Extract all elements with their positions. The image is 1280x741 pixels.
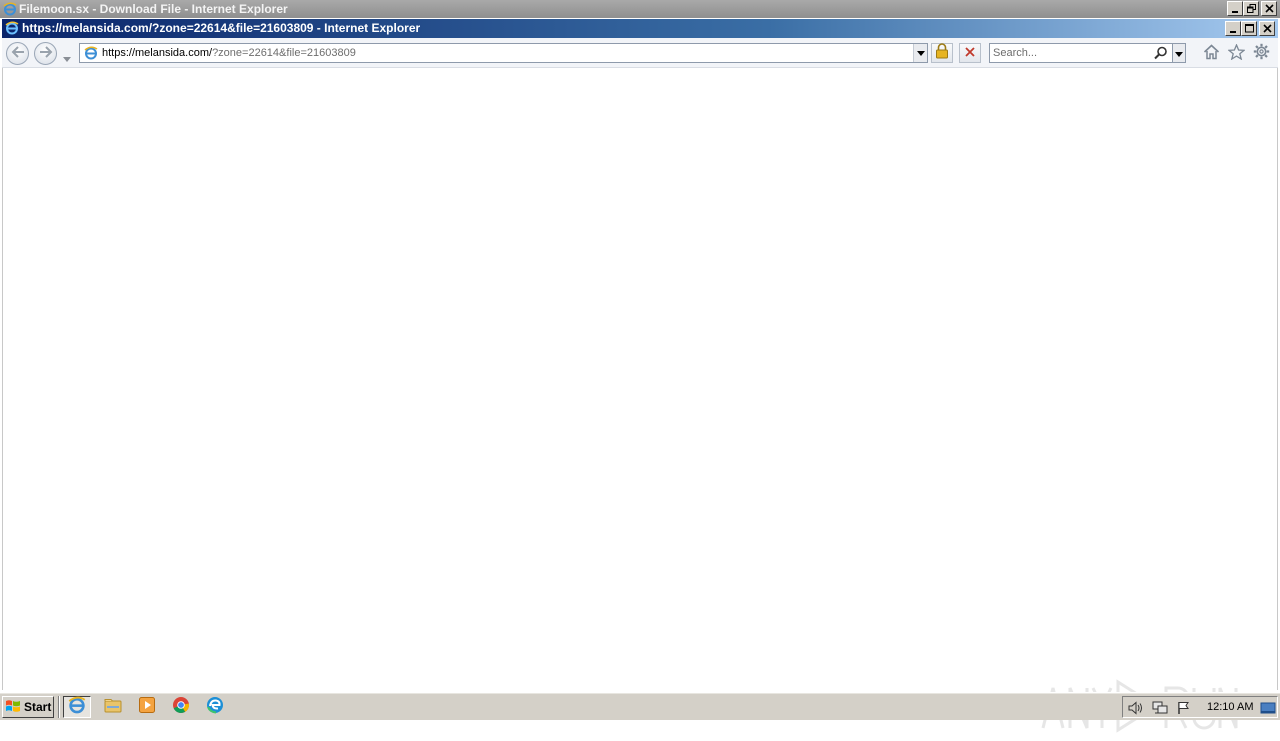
favorites-star-icon xyxy=(1226,42,1246,65)
lock-icon xyxy=(935,42,949,64)
forward-icon xyxy=(39,45,53,63)
address-url-query: ?zone=22614&file=21603809 xyxy=(212,47,356,59)
inner-maximize-button[interactable] xyxy=(1241,21,1257,36)
taskbar: Start 12:10 AM xyxy=(0,692,1280,720)
outer-window-titlebar[interactable]: Filemoon.sx - Download File - Internet E… xyxy=(0,0,1280,18)
home-button[interactable] xyxy=(1202,43,1220,65)
edge-icon xyxy=(206,696,224,719)
outer-minimize-button[interactable] xyxy=(1227,1,1243,16)
search-dropdown[interactable] xyxy=(1172,43,1186,63)
forward-button[interactable] xyxy=(34,42,57,65)
network-icon[interactable] xyxy=(1151,699,1169,717)
ie-page-icon xyxy=(84,46,98,65)
history-dropdown-icon[interactable] xyxy=(63,49,71,67)
address-dropdown-icon[interactable] xyxy=(913,44,927,62)
volume-icon[interactable] xyxy=(1127,699,1145,717)
favorites-button[interactable] xyxy=(1226,42,1246,65)
back-button[interactable] xyxy=(6,42,29,65)
outer-close-button[interactable] xyxy=(1261,1,1277,16)
address-url-host: https://melansida.com/ xyxy=(102,47,213,59)
ie-icon xyxy=(68,696,86,719)
action-center-flag-icon[interactable] xyxy=(1175,699,1193,717)
start-button[interactable]: Start xyxy=(2,696,54,718)
taskbar-separator xyxy=(58,696,60,718)
inner-window-title: https://melansida.com/?zone=22614&file=2… xyxy=(22,21,421,35)
system-tray: 12:10 AM xyxy=(1122,696,1278,718)
gear-icon xyxy=(1253,43,1270,65)
windows-logo-icon xyxy=(5,699,21,716)
inner-close-button[interactable] xyxy=(1259,21,1275,36)
taskbar-media-player[interactable] xyxy=(133,696,161,718)
browser-toolbar: https://melansida.com/?zone=22614&file=2… xyxy=(2,38,1278,68)
outer-restore-button[interactable] xyxy=(1243,1,1259,16)
page-content[interactable] xyxy=(2,68,1278,733)
chrome-icon xyxy=(172,696,190,719)
taskbar-edge[interactable] xyxy=(201,696,229,718)
inner-minimize-button[interactable] xyxy=(1225,21,1241,36)
stop-button[interactable] xyxy=(959,43,981,63)
search-icon[interactable] xyxy=(1154,46,1168,65)
taskbar-clock[interactable]: 12:10 AM xyxy=(1207,697,1253,717)
chevron-down-icon xyxy=(1175,44,1183,62)
taskbar-internet-explorer[interactable] xyxy=(63,696,91,718)
address-bar[interactable]: https://melansida.com/?zone=22614&file=2… xyxy=(79,43,928,63)
taskbar-file-explorer[interactable] xyxy=(99,696,127,718)
search-box[interactable] xyxy=(989,43,1173,63)
inner-window-titlebar[interactable]: https://melansida.com/?zone=22614&file=2… xyxy=(2,19,1278,38)
folder-icon xyxy=(104,697,122,718)
home-icon xyxy=(1203,43,1220,65)
stop-icon xyxy=(965,44,975,62)
outer-window-title: Filemoon.sx - Download File - Internet E… xyxy=(19,2,288,16)
back-icon xyxy=(11,45,25,63)
address-url[interactable]: https://melansida.com/?zone=22614&file=2… xyxy=(102,44,356,62)
media-player-icon xyxy=(138,696,156,719)
security-lock-button[interactable] xyxy=(931,42,953,64)
taskbar-chrome[interactable] xyxy=(167,696,195,718)
tools-button[interactable] xyxy=(1252,43,1270,65)
search-input[interactable] xyxy=(993,45,1148,61)
start-label: Start xyxy=(24,700,52,714)
show-desktop-icon[interactable] xyxy=(1259,699,1277,717)
